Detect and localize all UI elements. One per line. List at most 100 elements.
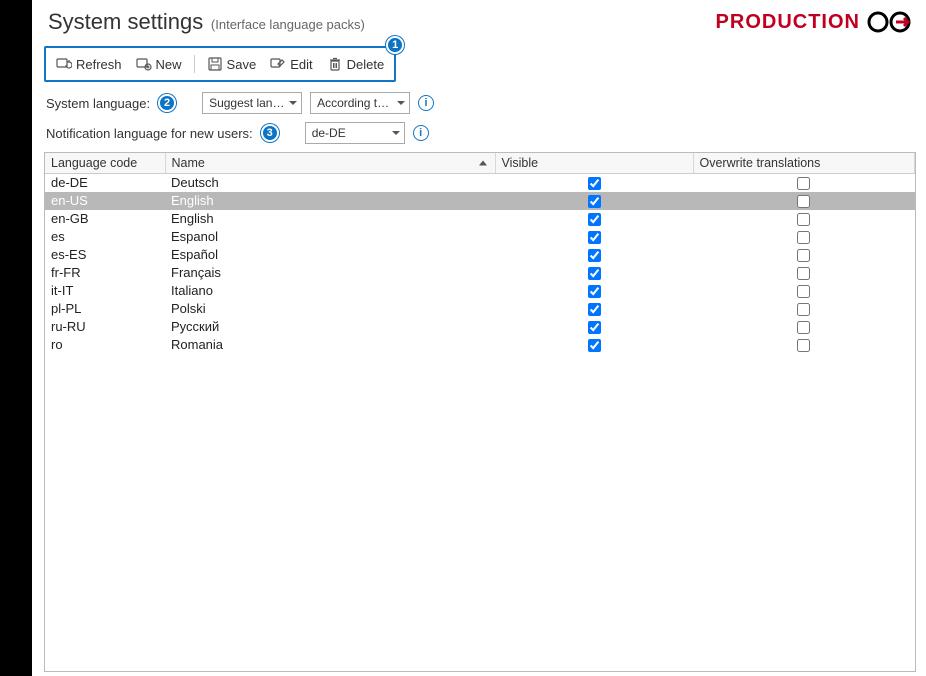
cell-language-name: Deutsch — [165, 174, 495, 192]
refresh-button[interactable]: Refresh — [54, 54, 124, 74]
cell-language-code: es — [45, 228, 165, 246]
callout-2: 2 — [158, 94, 176, 112]
page-title: System settings — [48, 9, 203, 34]
visible-checkbox[interactable] — [588, 267, 601, 280]
cell-overwrite — [693, 264, 915, 282]
cell-visible — [495, 174, 693, 192]
visible-checkbox[interactable] — [588, 231, 601, 244]
save-icon — [207, 56, 223, 72]
brand-text: PRODUCTION — [716, 11, 860, 34]
delete-button[interactable]: Delete — [325, 54, 387, 74]
chevron-down-icon — [289, 101, 297, 105]
overwrite-checkbox[interactable] — [797, 195, 810, 208]
visible-checkbox[interactable] — [588, 195, 601, 208]
table-row[interactable]: en-USEnglish — [45, 192, 915, 210]
cell-language-name: Polski — [165, 300, 495, 318]
cell-language-code: ro — [45, 336, 165, 354]
cell-overwrite — [693, 210, 915, 228]
cell-overwrite — [693, 318, 915, 336]
cell-language-name: English — [165, 192, 495, 210]
combo1-value: Suggest lang… — [209, 96, 285, 110]
system-language-combo-2[interactable]: According to … — [310, 92, 410, 114]
toolbar-divider — [194, 55, 195, 73]
overwrite-checkbox[interactable] — [797, 267, 810, 280]
cell-overwrite — [693, 174, 915, 192]
delete-label: Delete — [347, 57, 385, 72]
cell-visible — [495, 246, 693, 264]
overwrite-checkbox[interactable] — [797, 177, 810, 190]
cell-language-name: Romania — [165, 336, 495, 354]
overwrite-checkbox[interactable] — [797, 285, 810, 298]
cell-language-code: pl-PL — [45, 300, 165, 318]
cell-language-name: Español — [165, 246, 495, 264]
cell-overwrite — [693, 228, 915, 246]
refresh-label: Refresh — [76, 57, 122, 72]
notification-language-combo[interactable]: de-DE — [305, 122, 405, 144]
cell-language-code: de-DE — [45, 174, 165, 192]
overwrite-checkbox[interactable] — [797, 249, 810, 262]
cell-visible — [495, 210, 693, 228]
edit-label: Edit — [290, 57, 312, 72]
new-button[interactable]: New — [134, 54, 184, 74]
overwrite-checkbox[interactable] — [797, 321, 810, 334]
info-icon[interactable]: i — [413, 125, 429, 141]
table-row[interactable]: fr-FRFrançais — [45, 264, 915, 282]
table-row[interactable]: en-GBEnglish — [45, 210, 915, 228]
page-subtitle: (Interface language packs) — [211, 17, 365, 32]
table-row[interactable]: roRomania — [45, 336, 915, 354]
cell-language-code: en-GB — [45, 210, 165, 228]
visible-checkbox[interactable] — [588, 339, 601, 352]
cell-overwrite — [693, 192, 915, 210]
trash-icon — [327, 56, 343, 72]
cell-visible — [495, 300, 693, 318]
cell-language-name: Espanol — [165, 228, 495, 246]
edit-button[interactable]: Edit — [268, 54, 314, 74]
visible-checkbox[interactable] — [588, 177, 601, 190]
info-icon[interactable]: i — [418, 95, 434, 111]
notification-language-label: Notification language for new users: — [46, 126, 253, 141]
toolbar: Refresh New Save Edit Delete 1 — [44, 46, 396, 82]
table-row[interactable]: esEspanol — [45, 228, 915, 246]
chevron-down-icon — [392, 131, 400, 135]
system-language-row: System language: 2 Suggest lang… Accordi… — [46, 92, 920, 114]
overwrite-checkbox[interactable] — [797, 339, 810, 352]
edit-icon — [270, 56, 286, 72]
save-button[interactable]: Save — [205, 54, 259, 74]
table-row[interactable]: es-ESEspañol — [45, 246, 915, 264]
system-language-combo-1[interactable]: Suggest lang… — [202, 92, 302, 114]
visible-checkbox[interactable] — [588, 321, 601, 334]
system-language-label: System language: — [46, 96, 150, 111]
cell-language-code: it-IT — [45, 282, 165, 300]
cell-language-code: ru-RU — [45, 318, 165, 336]
visible-checkbox[interactable] — [588, 303, 601, 316]
overwrite-checkbox[interactable] — [797, 213, 810, 226]
cell-visible — [495, 228, 693, 246]
col-header-visible[interactable]: Visible — [495, 153, 693, 174]
notification-combo-value: de-DE — [312, 126, 346, 140]
visible-checkbox[interactable] — [588, 285, 601, 298]
refresh-icon — [56, 56, 72, 72]
visible-checkbox[interactable] — [588, 213, 601, 226]
cell-visible — [495, 282, 693, 300]
overwrite-checkbox[interactable] — [797, 231, 810, 244]
brand: PRODUCTION — [716, 10, 916, 34]
left-gutter — [0, 0, 32, 676]
combo2-value: According to … — [317, 96, 393, 110]
table-row[interactable]: it-ITItaliano — [45, 282, 915, 300]
visible-checkbox[interactable] — [588, 249, 601, 262]
cell-overwrite — [693, 336, 915, 354]
notification-language-row: Notification language for new users: 3 d… — [46, 122, 920, 144]
table-row[interactable]: de-DEDeutsch — [45, 174, 915, 192]
col-header-code[interactable]: Language code — [45, 153, 165, 174]
table-row[interactable]: pl-PLPolski — [45, 300, 915, 318]
cell-overwrite — [693, 246, 915, 264]
header: System settings (Interface language pack… — [40, 6, 920, 42]
col-header-name[interactable]: Name — [165, 153, 495, 174]
cell-language-name: Русский — [165, 318, 495, 336]
table-row[interactable]: ru-RUРусский — [45, 318, 915, 336]
col-header-overwrite[interactable]: Overwrite translations — [693, 153, 915, 174]
cell-language-name: Italiano — [165, 282, 495, 300]
overwrite-checkbox[interactable] — [797, 303, 810, 316]
cell-language-name: Français — [165, 264, 495, 282]
cell-overwrite — [693, 300, 915, 318]
